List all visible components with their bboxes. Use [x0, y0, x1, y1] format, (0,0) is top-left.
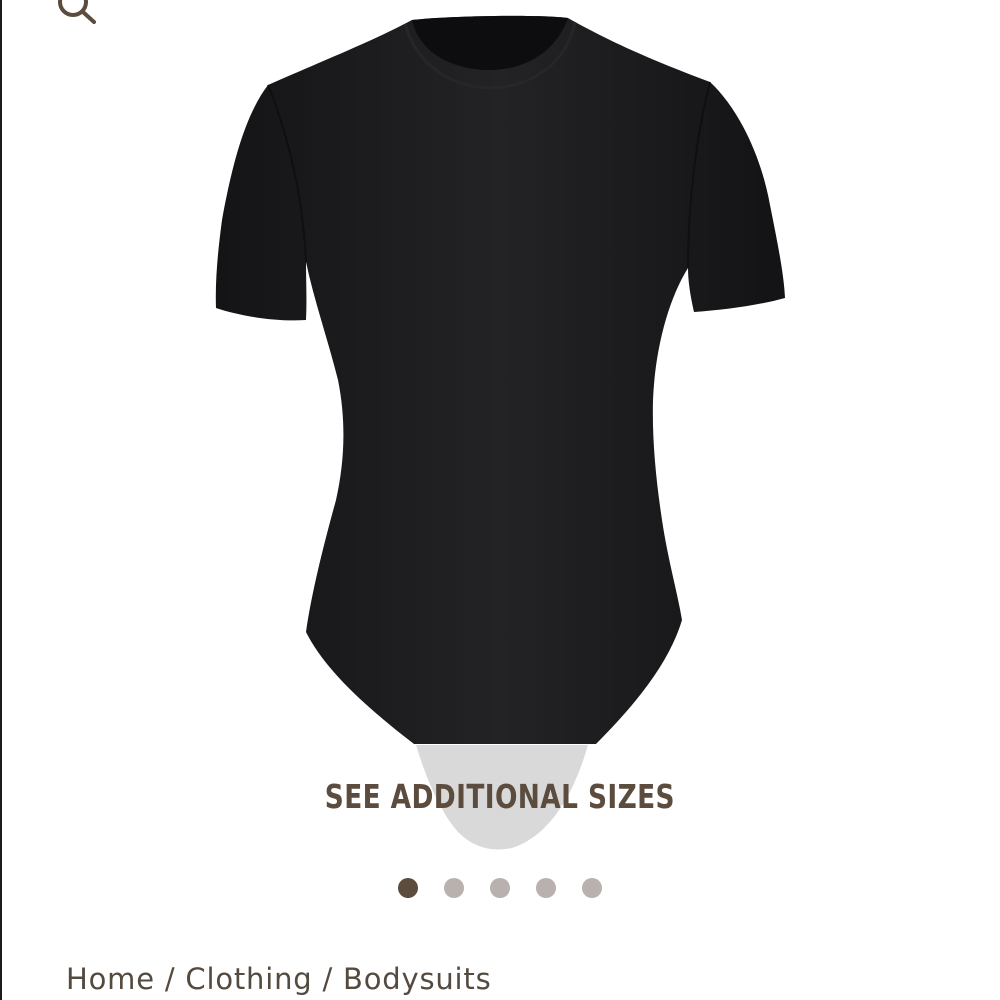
see-additional-sizes-button[interactable]: SEE ADDITIONAL SIZES: [0, 768, 1000, 824]
carousel-dot-1[interactable]: [398, 878, 418, 898]
carousel-dot-2[interactable]: [444, 878, 464, 898]
breadcrumb-separator: /: [164, 962, 176, 996]
search-icon: [58, 0, 96, 24]
product-page: SEE ADDITIONAL SIZES Home / Clothing / Bodys…: [0, 0, 1000, 1000]
breadcrumb-bodysuits[interactable]: Bodysuits: [343, 962, 491, 996]
carousel-dot-3[interactable]: [490, 878, 510, 898]
see-additional-sizes-label: SEE ADDITIONAL SIZES: [324, 776, 676, 816]
carousel-dot-5[interactable]: [582, 878, 602, 898]
carousel-dot-4[interactable]: [536, 878, 556, 898]
breadcrumb-home[interactable]: Home: [66, 962, 155, 996]
product-image[interactable]: [0, 0, 1000, 860]
image-carousel-dots: [0, 877, 1000, 899]
breadcrumb-clothing[interactable]: Clothing: [185, 962, 312, 996]
breadcrumb-separator: /: [322, 962, 334, 996]
breadcrumb: Home / Clothing / Bodysuits: [66, 962, 491, 996]
search-button[interactable]: [52, 0, 100, 26]
